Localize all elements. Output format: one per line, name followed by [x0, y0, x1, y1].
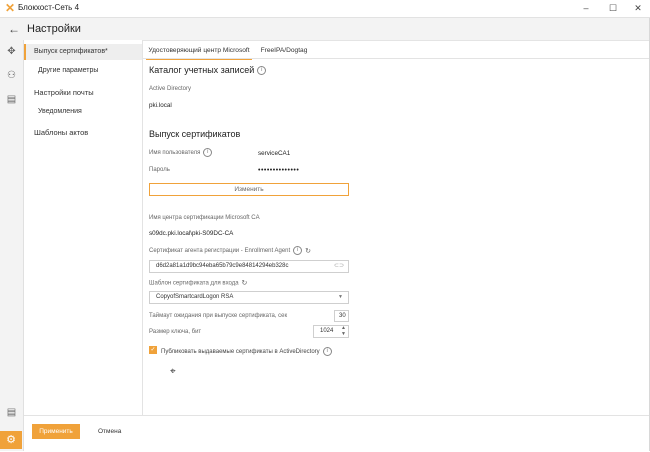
document-icon[interactable]: ▤	[0, 405, 23, 421]
maximize-button[interactable]: ☐	[601, 0, 625, 17]
agent-cert-field[interactable]: d6d2a81a1d9bc94eba65b79c9e84814294eb328c…	[149, 260, 349, 273]
page-header	[0, 18, 650, 41]
tab-freeipa[interactable]: FreeIPA/Dogtag	[256, 43, 312, 58]
nav-item-notifications[interactable]: Уведомления	[24, 108, 156, 115]
info-icon[interactable]: i	[257, 66, 267, 76]
password-value: ••••••••••••••	[258, 167, 300, 174]
catalog-type-label: Active Directory	[149, 86, 192, 92]
catalog-domain: pki.local	[149, 102, 172, 109]
refresh-icon[interactable]: ↻	[305, 247, 311, 255]
left-icon-bar: ✥ ⚇ ▤	[0, 40, 24, 451]
cancel-button[interactable]: Отмена	[98, 424, 124, 439]
refresh-icon[interactable]: ↻	[242, 279, 248, 287]
back-arrow-icon[interactable]: ←	[8, 22, 20, 36]
close-button[interactable]: ✕	[626, 0, 650, 17]
title-bar	[0, 0, 650, 18]
info-icon[interactable]: i	[293, 246, 303, 255]
agent-cert-value: d6d2a81a1d9bc94eba65b79c9e84814294eb328c	[156, 263, 289, 269]
minimize-button[interactable]: –	[574, 0, 598, 17]
ca-name-label: Имя центра сертификации Microsoft CA	[149, 215, 260, 221]
mouse-cursor-icon: ⌖	[170, 366, 176, 377]
password-label: Пароль	[149, 167, 170, 173]
keysize-value: 1024	[320, 328, 334, 334]
app-logo-icon: ✕	[4, 1, 16, 15]
publish-label: Публиковать выдаваемые сертификаты в Act…	[161, 347, 332, 356]
link-icon[interactable]: ⊂⊃	[334, 261, 344, 272]
info-icon[interactable]: i	[322, 347, 332, 356]
keysize-stepper[interactable]: 1024 ▲ ▼	[313, 325, 349, 338]
change-button[interactable]: Изменить	[149, 183, 349, 196]
apply-button[interactable]: Применить	[32, 424, 80, 439]
publish-checkbox[interactable]: ✓	[149, 346, 157, 354]
template-label: Шаблон сертификата для входа ↻	[149, 279, 248, 287]
username-value: serviceCA1	[258, 150, 291, 157]
keysize-label: Размер ключа, бит	[149, 329, 202, 335]
issue-heading: Выпуск сертификатов	[149, 129, 241, 139]
network-icon[interactable]: ✥	[0, 44, 23, 60]
timeout-input[interactable]: 30	[334, 310, 349, 322]
nav-item-other-params[interactable]: Другие параметры	[24, 67, 156, 74]
nav-item-act-templates[interactable]: Шаблоны актов	[24, 128, 152, 137]
nav-item-mail-settings[interactable]: Настройки почты	[24, 88, 152, 97]
username-label: Имя пользователя i	[149, 148, 213, 157]
info-icon[interactable]: i	[203, 148, 213, 157]
agent-cert-label: Сертификат агента регистрации - Enrollme…	[149, 246, 312, 255]
settings-gear-icon[interactable]: ⚙	[0, 431, 22, 449]
window-title: Блокхост-Сеть 4	[18, 3, 80, 12]
template-value: CopyofSmartcardLogon RSA	[156, 294, 234, 300]
page-title: Настройки	[27, 23, 81, 35]
ca-name-value: s09dc.pki.local\pki-S09DC-CA	[149, 230, 234, 237]
template-select[interactable]: CopyofSmartcardLogon RSA ▼	[149, 291, 349, 304]
timeout-label: Таймаут ожидания при выпуске сертификата…	[149, 313, 288, 319]
tab-divider	[143, 58, 650, 59]
nav-item-cert-issue[interactable]: Выпуск сертификатов*	[24, 44, 142, 60]
settings-nav: Выпуск сертификатов* Другие параметры На…	[24, 40, 143, 415]
stepper-arrows-icon[interactable]: ▲ ▼	[341, 325, 346, 337]
chevron-down-icon: ▼	[338, 294, 343, 300]
catalog-heading: Каталог учетных записей i	[149, 65, 267, 76]
list-icon[interactable]: ▤	[0, 92, 23, 108]
users-icon[interactable]: ⚇	[0, 68, 23, 84]
